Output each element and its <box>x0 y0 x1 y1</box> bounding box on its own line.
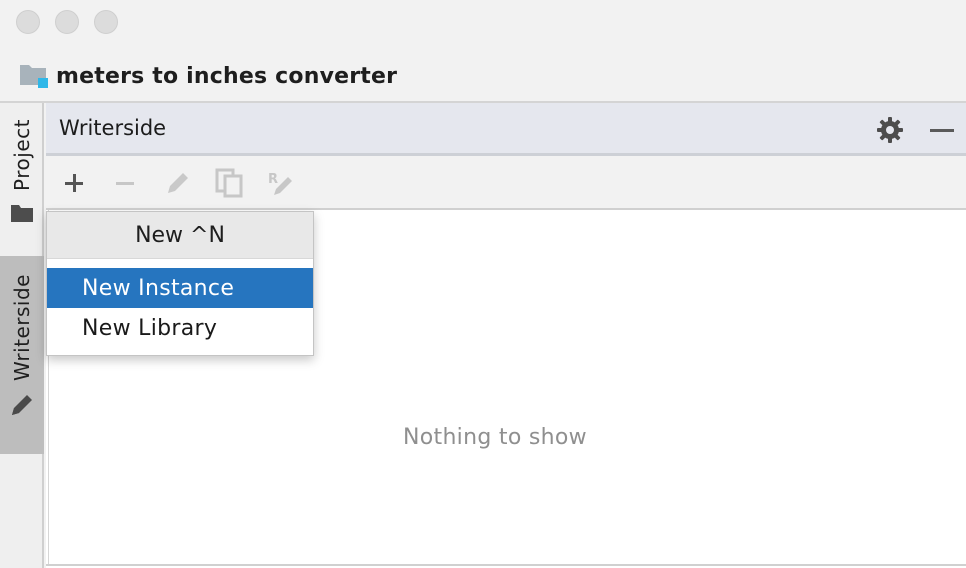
menu-item-new-library[interactable]: New Library <box>47 308 313 348</box>
tab-project[interactable]: Project <box>0 103 44 253</box>
svg-text:R: R <box>268 172 278 187</box>
divider <box>46 564 966 566</box>
empty-state-text: Nothing to show <box>403 425 587 450</box>
rename-icon: R <box>266 168 296 198</box>
project-title-bar: meters to inches converter <box>18 58 397 94</box>
project-folder-icon <box>18 60 50 92</box>
add-icon[interactable] <box>59 168 89 198</box>
popup-title: New ^N <box>47 212 313 259</box>
minimize-window-button[interactable] <box>55 10 79 34</box>
tab-writerside[interactable]: Writerside <box>0 256 44 454</box>
menu-item-new-instance[interactable]: New Instance <box>47 268 313 308</box>
new-popup-menu: New ^N New Instance New Library <box>46 211 314 356</box>
tool-window-toolbar: R <box>46 156 966 210</box>
window-controls <box>16 10 118 34</box>
gear-icon[interactable] <box>876 116 904 144</box>
folder-icon <box>11 204 33 222</box>
ide-window: meters to inches converter Project Write… <box>0 0 966 568</box>
tab-project-label: Project <box>10 119 34 191</box>
remove-icon <box>110 168 140 198</box>
project-title: meters to inches converter <box>56 63 398 89</box>
minimize-icon[interactable] <box>930 129 954 132</box>
edit-icon <box>163 168 193 198</box>
tool-window-strip: Project Writerside <box>0 103 44 568</box>
zoom-window-button[interactable] <box>94 10 118 34</box>
pencil-icon <box>12 395 32 416</box>
close-window-button[interactable] <box>16 10 40 34</box>
tool-window-header: Writerside <box>46 103 966 156</box>
copy-icon <box>214 168 244 198</box>
tab-writerside-label: Writerside <box>10 274 34 382</box>
tool-window-title: Writerside <box>59 116 167 140</box>
